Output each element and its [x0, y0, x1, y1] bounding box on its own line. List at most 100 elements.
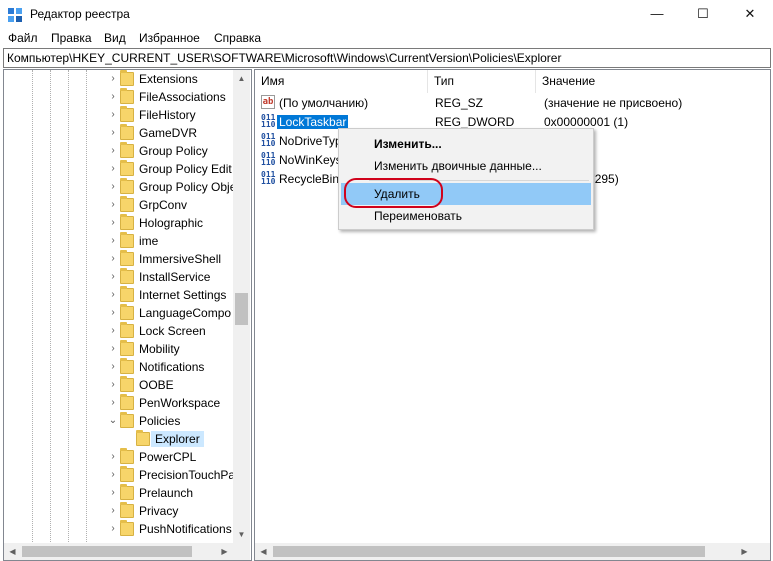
binary-value-icon: 011 110 [261, 151, 276, 167]
maximize-button[interactable]: ☐ [680, 0, 726, 29]
folder-icon [120, 214, 134, 230]
tree-item[interactable]: ⌄ Policies [4, 412, 234, 430]
tree-item-label: ImmersiveShell [139, 252, 222, 266]
menu-favorites[interactable]: Избранное [139, 31, 200, 45]
chevron-right-icon[interactable]: › [108, 163, 118, 175]
tree-item-label: ime [139, 234, 159, 248]
tree-item[interactable]: › OOBE [4, 376, 234, 394]
menu-view[interactable]: Вид [104, 31, 126, 45]
value-row[interactable]: ab (По умолчанию) REG_SZ (значение не присв… [255, 94, 770, 112]
registry-tree[interactable]: › Extensions › FileAssociations › FileHistory… [3, 69, 252, 561]
tree-item[interactable]: › PrecisionTouchPa [4, 466, 236, 484]
binary-value-icon: 011 110 [261, 132, 276, 148]
folder-icon [120, 484, 134, 500]
tree-item[interactable]: › ime [4, 232, 234, 250]
scroll-left-arrow-icon[interactable]: ◀ [4, 543, 21, 560]
chevron-right-icon[interactable]: › [108, 307, 118, 319]
scroll-left-arrow-icon[interactable]: ◀ [255, 543, 272, 560]
tree-item[interactable]: › PenWorkspace [4, 394, 234, 412]
folder-icon [120, 250, 134, 266]
close-button[interactable]: ✕ [727, 0, 773, 29]
chevron-right-icon[interactable]: › [108, 343, 118, 355]
chevron-right-icon[interactable]: › [108, 73, 118, 85]
chevron-right-icon[interactable]: › [108, 199, 118, 211]
chevron-right-icon[interactable]: › [108, 523, 118, 535]
scroll-thumb[interactable] [235, 293, 248, 325]
tree-item[interactable]: › GameDVR [4, 124, 234, 142]
column-header-type[interactable]: Тип [428, 70, 536, 93]
tree-item[interactable]: › Group Policy Obje [4, 178, 236, 196]
chevron-right-icon[interactable]: › [108, 397, 118, 409]
tree-item[interactable]: › Privacy [4, 502, 234, 520]
tree-item-label: GrpConv [139, 198, 188, 212]
tree-item[interactable]: › LanguageCompo [4, 304, 234, 322]
chevron-right-icon[interactable]: › [108, 91, 118, 103]
scroll-right-arrow-icon[interactable]: ▶ [736, 543, 753, 560]
tree-item[interactable]: › Extensions [4, 70, 234, 88]
column-header-value[interactable]: Значение [536, 70, 770, 93]
folder-icon [120, 502, 134, 518]
folder-icon [120, 232, 134, 248]
chevron-right-icon[interactable]: › [108, 487, 118, 499]
list-horizontal-scrollbar[interactable]: ◀ ▶ [255, 543, 770, 560]
context-menu-rename[interactable]: Переименовать [341, 205, 591, 227]
string-value-icon: ab [261, 95, 275, 109]
tree-item[interactable]: › Internet Settings [4, 286, 234, 304]
chevron-right-icon[interactable]: › [108, 109, 118, 121]
menu-edit[interactable]: Правка [51, 31, 92, 45]
address-path: Компьютер\HKEY_CURRENT_USER\SOFTWARE\Mic… [7, 51, 562, 65]
tree-item[interactable]: › Notifications [4, 358, 234, 376]
tree-vertical-scrollbar[interactable]: ▲ ▼ [233, 70, 250, 543]
chevron-right-icon[interactable]: › [108, 271, 118, 283]
folder-icon [120, 178, 134, 194]
minimize-button[interactable]: — [634, 0, 680, 29]
tree-item[interactable]: › Holographic [4, 214, 234, 232]
chevron-right-icon[interactable]: › [108, 253, 118, 265]
chevron-right-icon[interactable]: › [108, 505, 118, 517]
binary-value-icon: 011 110 [261, 170, 276, 186]
context-menu-label: Изменить... [374, 137, 442, 151]
tree-item[interactable]: › Mobility [4, 340, 234, 358]
address-bar[interactable]: Компьютер\HKEY_CURRENT_USER\SOFTWARE\Mic… [3, 48, 771, 68]
scroll-up-arrow-icon[interactable]: ▲ [233, 70, 250, 87]
tree-item[interactable]: › InstallService [4, 268, 234, 286]
chevron-right-icon[interactable]: › [108, 217, 118, 229]
tree-item[interactable]: › Prelaunch [4, 484, 234, 502]
folder-icon [120, 268, 134, 284]
tree-item[interactable]: › FileAssociations [4, 88, 234, 106]
tree-item[interactable]: › Group Policy Edit [4, 160, 234, 178]
chevron-right-icon[interactable]: › [108, 235, 118, 247]
tree-item[interactable]: › PushNotifications [4, 520, 234, 538]
tree-item[interactable]: › Group Policy [4, 142, 234, 160]
tree-item-label: LanguageCompo [139, 306, 232, 320]
chevron-right-icon[interactable]: › [108, 289, 118, 301]
tree-item-label: Mobility [139, 342, 180, 356]
context-menu-modify-binary[interactable]: Изменить двоичные данные... [341, 155, 591, 177]
chevron-down-icon[interactable]: ⌄ [108, 415, 118, 427]
chevron-right-icon[interactable]: › [108, 451, 118, 463]
folder-icon [120, 376, 134, 392]
scroll-right-arrow-icon[interactable]: ▶ [216, 543, 233, 560]
tree-item[interactable]: › FileHistory [4, 106, 234, 124]
tree-item[interactable]: › Lock Screen [4, 322, 234, 340]
chevron-right-icon[interactable]: › [108, 379, 118, 391]
tree-item[interactable]: › PowerCPL [4, 448, 234, 466]
scroll-thumb[interactable] [22, 546, 192, 557]
chevron-right-icon[interactable]: › [108, 325, 118, 337]
menu-help[interactable]: Справка [214, 31, 261, 45]
column-header-name[interactable]: Имя [255, 70, 428, 93]
context-menu-modify[interactable]: Изменить... [341, 133, 591, 155]
menu-file[interactable]: Файл [8, 31, 38, 45]
tree-item[interactable]: › GrpConv [4, 196, 234, 214]
chevron-right-icon[interactable]: › [108, 127, 118, 139]
tree-horizontal-scrollbar[interactable]: ◀ ▶ [4, 543, 233, 560]
scroll-down-arrow-icon[interactable]: ▼ [233, 526, 250, 543]
tree-item-label: PrecisionTouchPa [139, 468, 236, 482]
tree-item[interactable]: › ImmersiveShell [4, 250, 234, 268]
scroll-thumb[interactable] [273, 546, 705, 557]
tree-item[interactable]: Explorer [4, 430, 234, 448]
chevron-right-icon[interactable]: › [108, 361, 118, 373]
chevron-right-icon[interactable]: › [108, 145, 118, 157]
chevron-right-icon[interactable]: › [108, 469, 118, 481]
chevron-right-icon[interactable]: › [108, 181, 118, 193]
